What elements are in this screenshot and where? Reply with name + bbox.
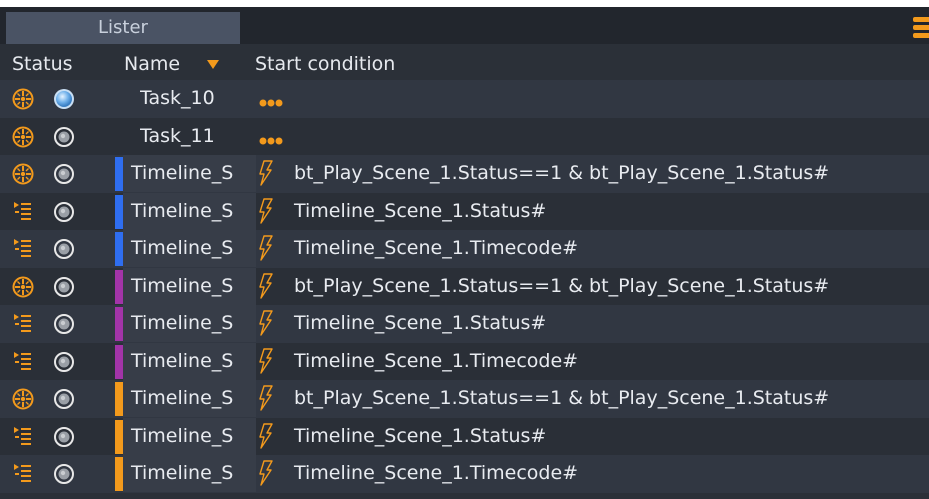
task-name[interactable]: Timeline_S bbox=[123, 230, 256, 267]
task-name[interactable]: Task_10 bbox=[140, 80, 265, 117]
start-condition-text[interactable]: Timeline_Scene_1.Timecode# bbox=[294, 343, 578, 380]
lightning-trigger-icon bbox=[258, 460, 274, 486]
task-row[interactable]: Timeline_S Timeline_Scene_1.Status# bbox=[0, 305, 929, 343]
clock-trigger-icon[interactable] bbox=[12, 388, 34, 410]
task-name[interactable]: Timeline_S bbox=[123, 305, 256, 342]
start-condition-text[interactable]: bt_Play_Scene_1.Status==1 & bt_Play_Scen… bbox=[294, 155, 829, 192]
task-row[interactable]: Timeline_S Timeline_Scene_1.Status# bbox=[0, 192, 929, 230]
group-color-bar bbox=[115, 419, 123, 454]
column-name[interactable]: Name bbox=[124, 53, 180, 75]
task-name[interactable]: Timeline_S bbox=[123, 342, 256, 380]
column-status[interactable]: Status bbox=[12, 53, 73, 75]
task-row[interactable]: Timeline_S bt_Play_Scene_1.Status==1 & b… bbox=[0, 380, 929, 418]
status-idle-icon[interactable] bbox=[53, 463, 75, 485]
start-condition-text[interactable]: Timeline_Scene_1.Timecode# bbox=[294, 230, 578, 267]
group-color-bar bbox=[115, 457, 123, 491]
hamburger-icon[interactable] bbox=[913, 17, 929, 38]
lightning-trigger-icon bbox=[258, 347, 274, 374]
timeline-list-icon[interactable] bbox=[12, 426, 34, 448]
task-name[interactable]: Timeline_S bbox=[123, 267, 256, 305]
column-start-condition[interactable]: Start condition bbox=[255, 53, 395, 75]
task-row[interactable]: Timeline_S Timeline_Scene_1.Timecode# bbox=[0, 342, 929, 380]
group-color-bar bbox=[115, 194, 123, 229]
timeline-list-icon[interactable] bbox=[12, 238, 34, 260]
lightning-trigger-icon bbox=[258, 272, 274, 299]
tab-lister[interactable]: Lister bbox=[6, 12, 240, 44]
timeline-list-icon[interactable] bbox=[12, 463, 34, 485]
lightning-trigger-icon bbox=[258, 160, 274, 186]
clock-trigger-icon[interactable] bbox=[12, 88, 34, 110]
task-name[interactable]: Timeline_S bbox=[123, 380, 256, 417]
lister-panel: Lister Status Name Start condition Task_… bbox=[0, 7, 929, 499]
group-color-bar bbox=[115, 269, 123, 304]
group-color-bar bbox=[115, 307, 123, 341]
status-idle-icon[interactable] bbox=[53, 426, 75, 448]
column-header: Status Name Start condition bbox=[0, 47, 929, 80]
timeline-list-icon[interactable] bbox=[12, 201, 34, 223]
task-name[interactable]: Timeline_S bbox=[123, 417, 256, 455]
task-row[interactable]: Timeline_S bt_Play_Scene_1.Status==1 & b… bbox=[0, 267, 929, 305]
lightning-trigger-icon bbox=[258, 235, 274, 261]
lightning-trigger-icon bbox=[258, 310, 274, 336]
start-condition-text[interactable]: Timeline_Scene_1.Status# bbox=[294, 193, 546, 230]
task-name[interactable]: Task_11 bbox=[140, 118, 265, 155]
task-row[interactable]: Task_11 bbox=[0, 117, 929, 155]
clock-trigger-icon[interactable] bbox=[12, 276, 34, 298]
task-row[interactable]: Timeline_S Timeline_Scene_1.Timecode# bbox=[0, 230, 929, 268]
task-row[interactable]: Task_10 bbox=[0, 80, 929, 118]
more-options-icon[interactable] bbox=[258, 91, 292, 107]
start-condition-text[interactable]: bt_Play_Scene_1.Status==1 & bt_Play_Scen… bbox=[294, 380, 829, 417]
clock-trigger-icon[interactable] bbox=[12, 126, 34, 148]
status-idle-icon[interactable] bbox=[53, 201, 75, 223]
timeline-list-icon[interactable] bbox=[12, 313, 34, 335]
task-list: Task_10 Task_11 Timeline_S bt_Play_Scene… bbox=[0, 80, 929, 493]
lightning-trigger-icon bbox=[258, 422, 274, 449]
sort-descending-icon[interactable] bbox=[207, 60, 219, 69]
start-condition-text[interactable]: Timeline_Scene_1.Status# bbox=[294, 305, 546, 342]
task-name[interactable]: Timeline_S bbox=[123, 192, 256, 230]
timeline-list-icon[interactable] bbox=[12, 351, 34, 373]
start-condition-text[interactable]: bt_Play_Scene_1.Status==1 & bt_Play_Scen… bbox=[294, 268, 829, 305]
more-options-icon[interactable] bbox=[258, 129, 292, 144]
task-row[interactable]: Timeline_S bt_Play_Scene_1.Status==1 & b… bbox=[0, 155, 929, 193]
task-name[interactable]: Timeline_S bbox=[123, 455, 256, 492]
status-idle-icon[interactable] bbox=[53, 126, 75, 148]
lightning-trigger-icon bbox=[258, 385, 274, 411]
task-row[interactable]: Timeline_S Timeline_Scene_1.Status# bbox=[0, 417, 929, 455]
tab-bar: Lister bbox=[0, 7, 929, 44]
clock-trigger-icon[interactable] bbox=[12, 163, 34, 185]
status-idle-icon[interactable] bbox=[53, 163, 75, 185]
status-idle-icon[interactable] bbox=[53, 351, 75, 373]
group-color-bar bbox=[115, 382, 123, 416]
group-color-bar bbox=[115, 232, 123, 266]
status-idle-icon[interactable] bbox=[53, 276, 75, 298]
status-idle-icon[interactable] bbox=[53, 238, 75, 260]
status-active-icon[interactable] bbox=[53, 88, 75, 110]
task-name[interactable]: Timeline_S bbox=[123, 155, 256, 192]
task-row[interactable]: Timeline_S Timeline_Scene_1.Timecode# bbox=[0, 455, 929, 493]
lightning-trigger-icon bbox=[258, 197, 274, 224]
start-condition-text[interactable]: Timeline_Scene_1.Timecode# bbox=[294, 455, 578, 492]
group-color-bar bbox=[115, 344, 123, 379]
group-color-bar bbox=[115, 157, 123, 191]
status-idle-icon[interactable] bbox=[53, 388, 75, 410]
status-idle-icon[interactable] bbox=[53, 313, 75, 335]
start-condition-text[interactable]: Timeline_Scene_1.Status# bbox=[294, 418, 546, 455]
